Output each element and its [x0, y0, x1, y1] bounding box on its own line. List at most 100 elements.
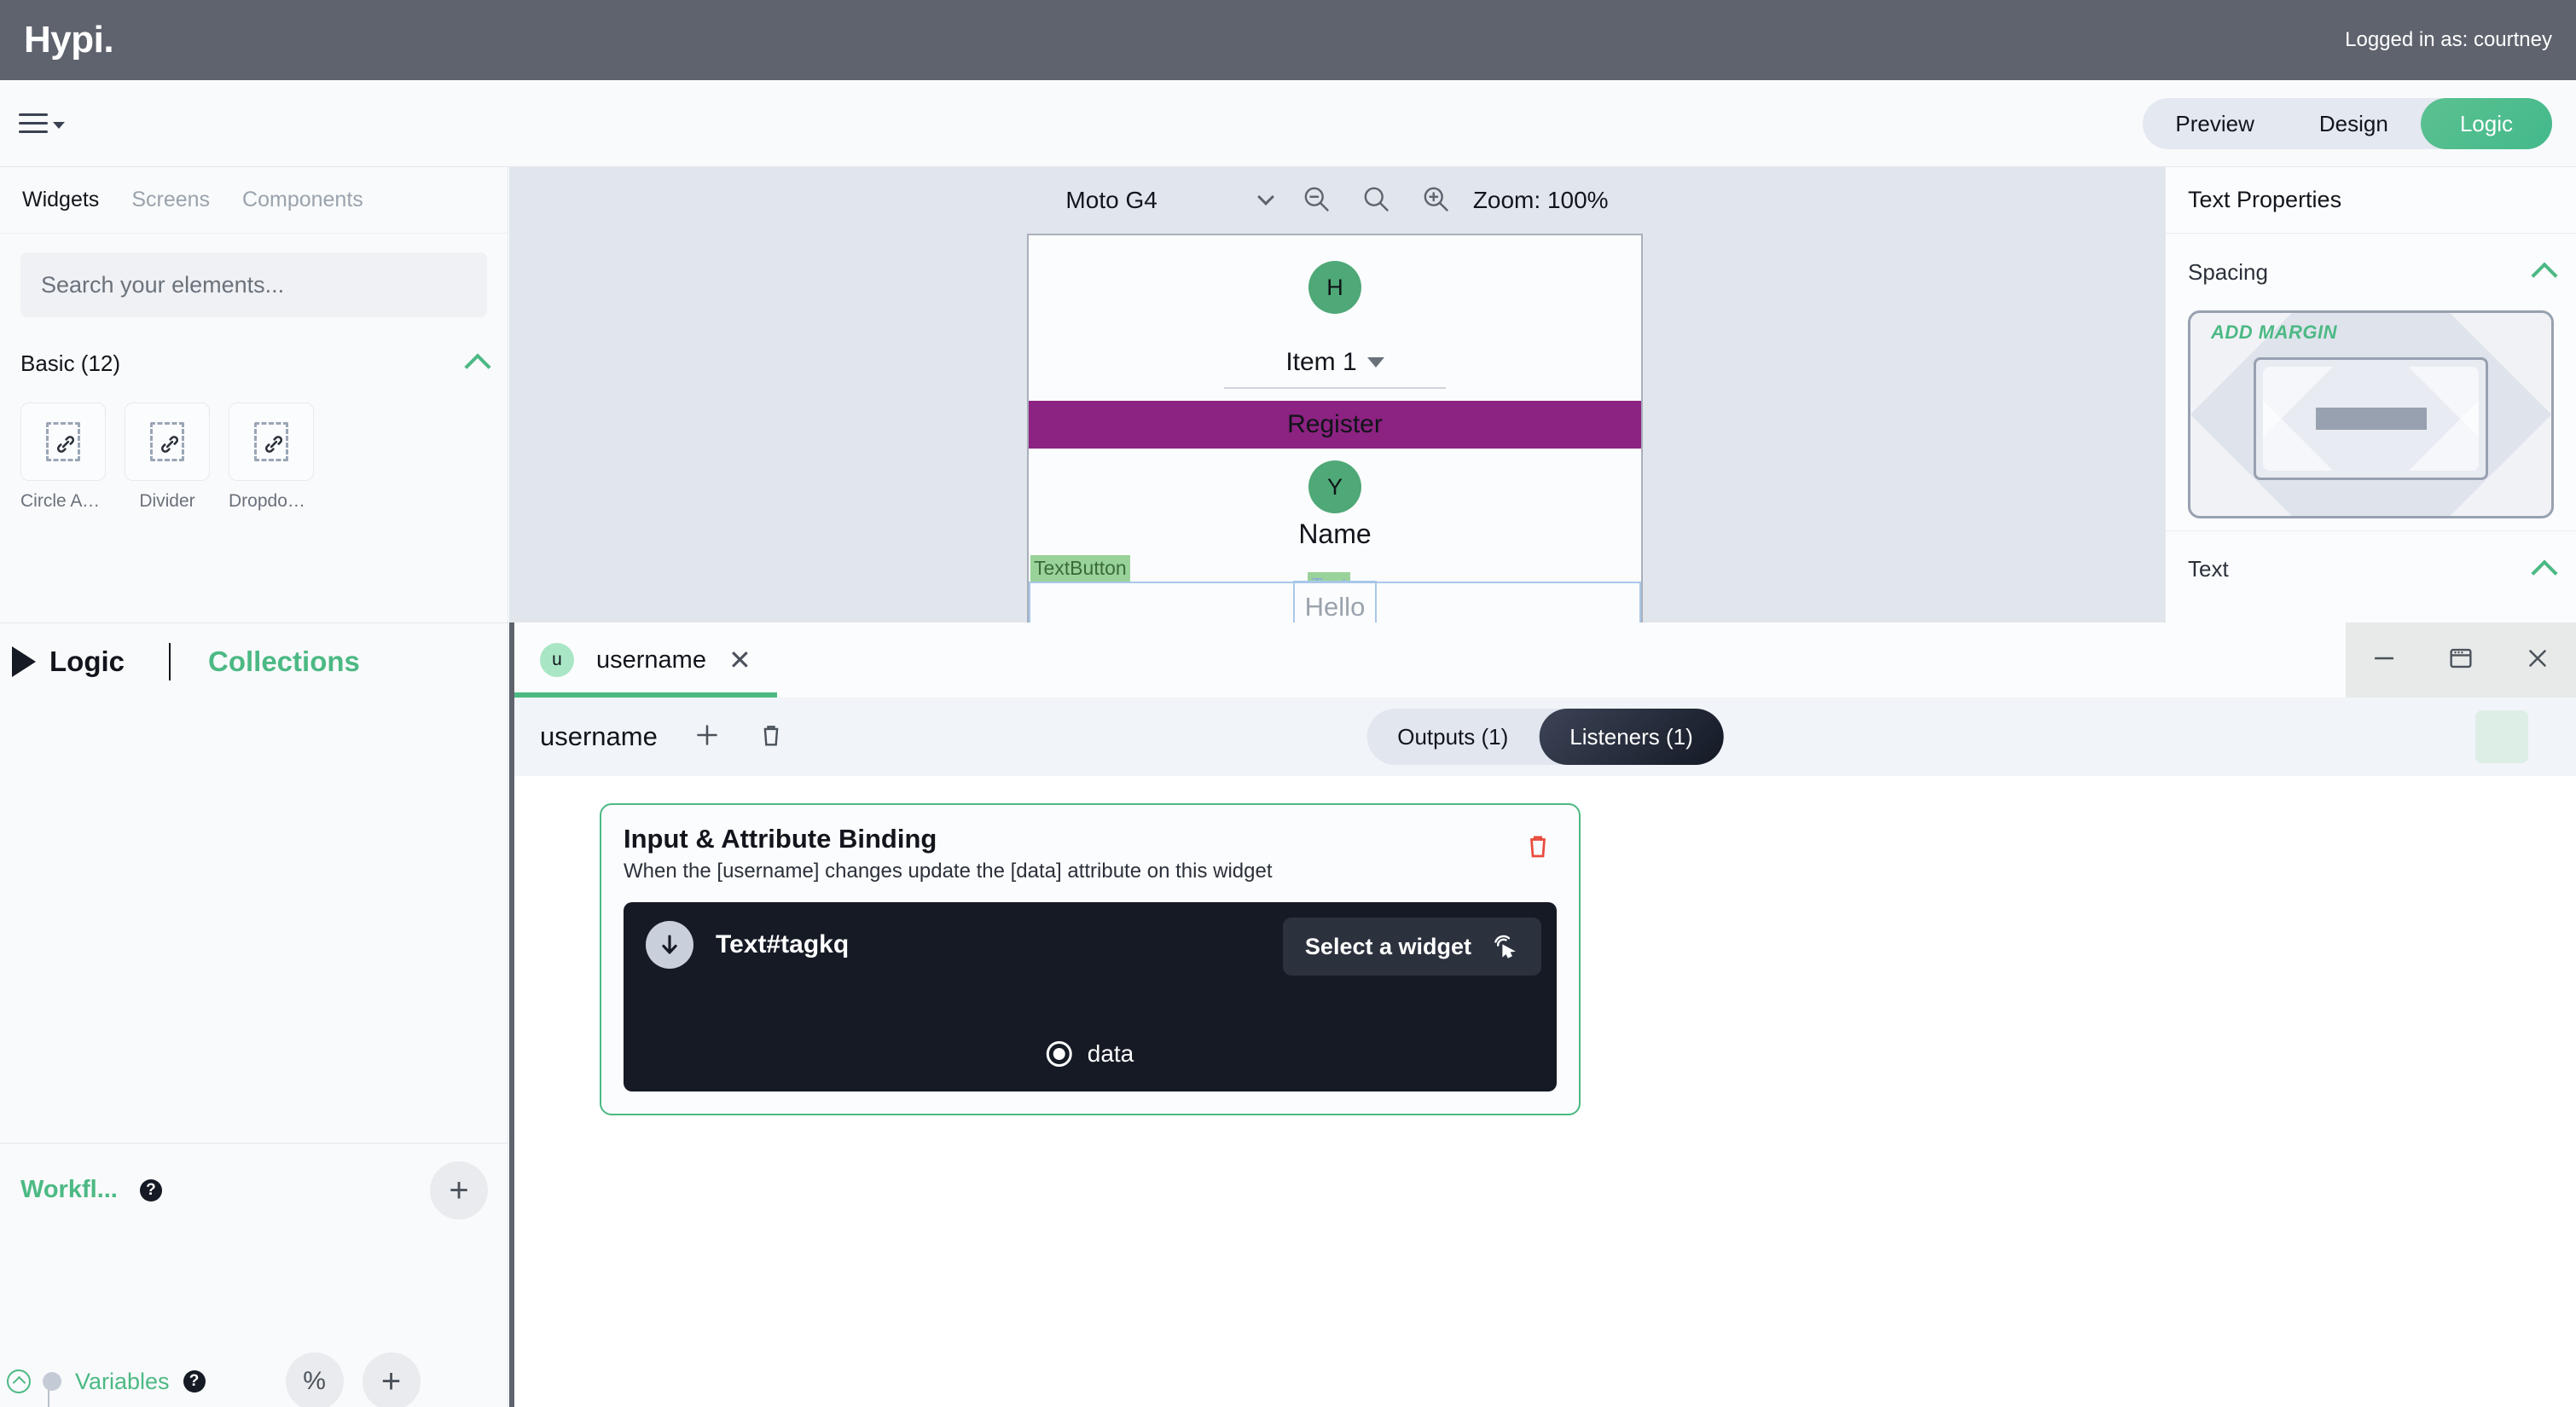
logged-in-user: Logged in as: courtney — [2345, 28, 2552, 52]
canvas-toolbar: Moto G4 Zoom: 100% — [509, 167, 2165, 234]
padding-editor[interactable] — [2254, 357, 2488, 480]
attribute-radio-row[interactable]: data — [1047, 1040, 1134, 1068]
widget-card-label: Dropdown... — [229, 491, 314, 512]
collapse-toggle-icon[interactable] — [7, 1369, 31, 1393]
mode-logic-button[interactable]: Logic — [2421, 98, 2552, 149]
widget-card-label: Divider — [125, 491, 210, 512]
search-input[interactable] — [41, 272, 467, 298]
chevron-up-icon[interactable] — [464, 353, 490, 379]
chevron-down-icon — [1367, 357, 1384, 368]
mode-preview-button[interactable]: Preview — [2143, 98, 2286, 149]
minimize-icon[interactable] — [2370, 644, 2399, 677]
mode-switch: Preview Design Logic — [2143, 98, 2552, 149]
logic-editor-tabstrip: u username ✕ — [514, 622, 2576, 698]
radio-selected-icon[interactable] — [1047, 1041, 1072, 1067]
trash-icon[interactable] — [1523, 831, 1553, 866]
workflows-label: Workfl... — [20, 1176, 118, 1204]
workflows-row: Workfl... ? + — [0, 1143, 508, 1236]
chevron-down-icon — [53, 122, 65, 129]
preview-avatar-mid[interactable]: Y — [1308, 460, 1361, 513]
add-margin-label[interactable]: ADD MARGIN — [2211, 321, 2337, 344]
logic-panel-title: Logic — [49, 646, 125, 678]
percent-button[interactable]: % — [286, 1352, 344, 1407]
widget-card-box[interactable] — [20, 402, 106, 481]
zoom-in-icon[interactable] — [1420, 183, 1451, 218]
link-icon — [150, 422, 184, 461]
properties-panel: Text Properties Spacing ADD MARGIN Text — [2165, 167, 2576, 622]
variable-name: username — [540, 721, 658, 752]
logic-panel-header: Logic Collections — [0, 623, 508, 700]
restore-window-icon[interactable] — [2446, 644, 2475, 677]
plus-icon: + — [449, 1173, 468, 1207]
listener-card-title: Input & Attribute Binding — [624, 824, 1557, 854]
tree-row-variables[interactable]: Variables ? % + — [0, 1352, 508, 1407]
tree-node-dot — [43, 1372, 61, 1391]
design-canvas: Moto G4 Zoom: 100% — [509, 167, 2165, 622]
close-icon[interactable] — [2523, 644, 2552, 677]
outputs-listeners-switch: Outputs (1) Listeners (1) — [1366, 709, 1724, 765]
zoom-out-icon[interactable] — [1301, 183, 1332, 218]
margin-editor[interactable]: ADD MARGIN — [2188, 310, 2554, 518]
widget-card-box[interactable] — [229, 402, 314, 481]
app-header: Hypi. Logged in as: courtney — [0, 0, 2576, 80]
preview-avatar-top[interactable]: H — [1308, 261, 1361, 314]
header-divider — [169, 643, 171, 680]
link-icon — [46, 422, 80, 461]
zoom-level-label: Zoom: 100% — [1473, 187, 1609, 214]
search-icon[interactable] — [1361, 183, 1391, 218]
add-variable-button[interactable]: + — [363, 1352, 421, 1407]
plus-icon: + — [381, 1364, 401, 1398]
hamburger-menu-icon[interactable] — [19, 113, 65, 133]
hamburger-bars — [19, 113, 48, 133]
widget-card-box[interactable] — [125, 402, 210, 481]
trash-icon[interactable] — [757, 721, 786, 754]
variable-avatar: u — [540, 643, 574, 677]
listener-card: Input & Attribute Binding When the [user… — [600, 803, 1581, 1115]
segment-outputs[interactable]: Outputs (1) — [1366, 709, 1539, 765]
tab-collections[interactable]: Collections — [208, 646, 360, 678]
tab-components[interactable]: Components — [242, 188, 363, 212]
tree-label-variables: Variables — [75, 1369, 170, 1395]
chevron-up-icon[interactable] — [2531, 559, 2557, 586]
chevron-up-icon[interactable] — [2531, 262, 2557, 288]
play-icon — [12, 646, 36, 677]
help-icon[interactable]: ? — [183, 1370, 206, 1393]
variable-subheader: username Outputs (1) Listeners (1) — [514, 698, 2576, 776]
tab-screens[interactable]: Screens — [131, 188, 210, 212]
preview-text-field[interactable]: Hello — [1029, 582, 1641, 622]
editor-tab-label: username — [596, 646, 706, 675]
section-basic-label: Basic (12) — [20, 350, 120, 377]
close-icon[interactable]: ✕ — [728, 646, 751, 674]
window-controls — [2346, 622, 2576, 698]
search-elements-box[interactable] — [20, 252, 487, 317]
segment-listeners[interactable]: Listeners (1) — [1539, 709, 1724, 765]
device-selector[interactable]: Moto G4 — [1065, 187, 1271, 214]
select-widget-button[interactable]: Select a widget — [1283, 918, 1541, 976]
editor-tab-username[interactable]: u username ✕ — [514, 622, 777, 698]
variable-color-chip[interactable] — [2475, 710, 2528, 763]
properties-section-text-header[interactable]: Text — [2166, 530, 2576, 607]
section-basic-header[interactable]: Basic (12) — [0, 343, 508, 384]
widget-card[interactable]: Dropdown... — [229, 402, 314, 512]
widgets-panel-tabs: Widgets Screens Components — [0, 167, 508, 234]
help-icon[interactable]: ? — [140, 1179, 162, 1201]
mode-design-button[interactable]: Design — [2287, 98, 2421, 149]
plus-icon[interactable] — [692, 720, 722, 755]
tab-widgets[interactable]: Widgets — [22, 188, 99, 212]
widget-card[interactable]: Circle Avatar — [20, 402, 106, 512]
properties-section-text-label: Text — [2188, 556, 2229, 582]
device-preview[interactable]: H Item 1 Register Y Name TextButton Text… — [1027, 234, 1643, 622]
properties-section-spacing-label: Spacing — [2188, 259, 2268, 286]
add-workflow-button[interactable]: + — [430, 1161, 488, 1219]
content-box — [2316, 408, 2427, 430]
widget-grid: Circle Avatar Divider — [0, 384, 508, 512]
link-icon — [254, 422, 288, 461]
chevron-down-icon[interactable] — [1257, 188, 1274, 206]
preview-register-button[interactable]: Register — [1029, 401, 1641, 449]
widget-card[interactable]: Divider — [125, 402, 210, 512]
main-toolbar: Preview Design Logic — [0, 80, 2576, 167]
preview-dropdown[interactable]: Item 1 — [1224, 348, 1446, 389]
properties-panel-title: Text Properties — [2166, 167, 2576, 234]
widgets-panel: Widgets Screens Components Basic (12) — [0, 167, 508, 622]
properties-section-spacing-header[interactable]: Spacing — [2166, 234, 2576, 310]
